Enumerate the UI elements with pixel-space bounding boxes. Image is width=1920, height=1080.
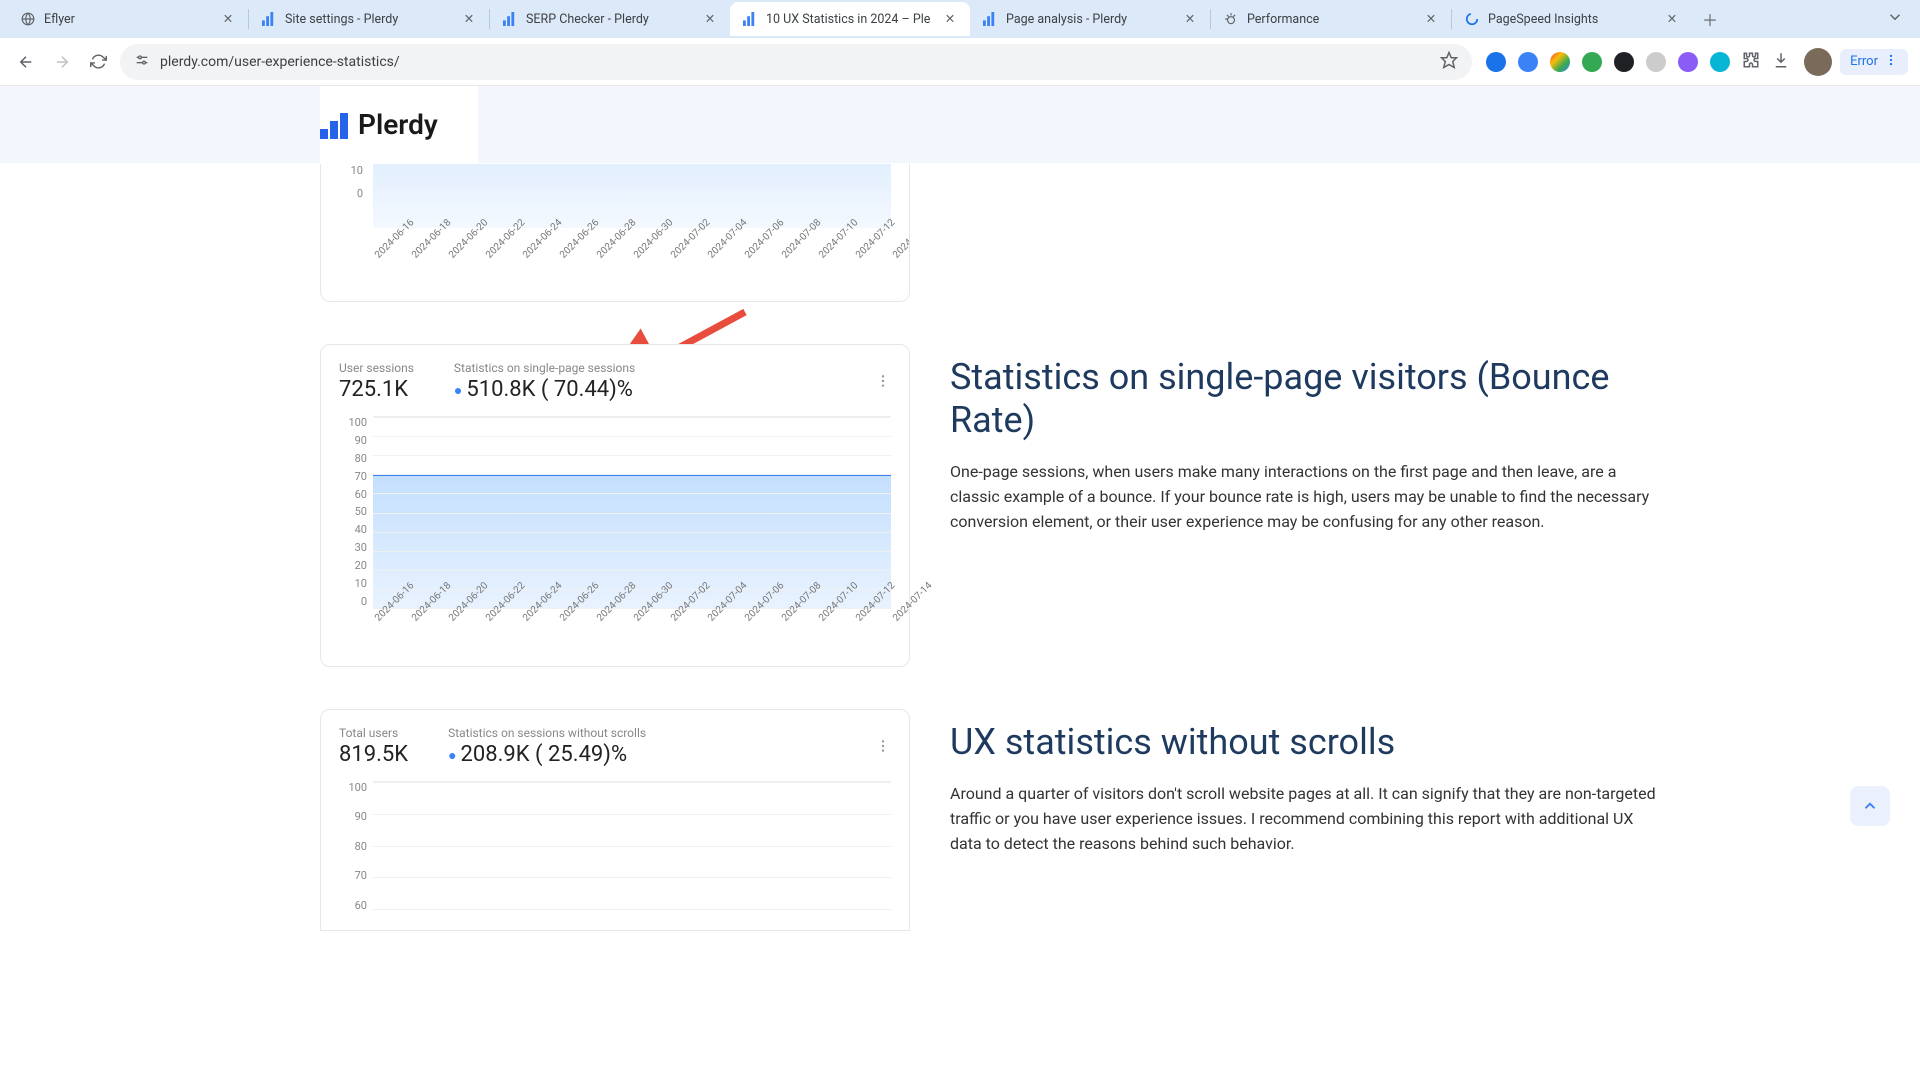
close-icon[interactable]: ✕ bbox=[702, 11, 718, 27]
chart-plot-area: 1009080706050403020100 2024-06-162024-06… bbox=[339, 416, 891, 656]
gauge-icon bbox=[1223, 11, 1239, 27]
plerdy-icon bbox=[502, 11, 518, 27]
profile-avatar[interactable] bbox=[1804, 48, 1832, 76]
tab-eflyer[interactable]: Eflyer ✕ bbox=[8, 2, 248, 36]
plerdy-logo[interactable]: Plerdy bbox=[320, 105, 438, 145]
y-axis-partial: 10 0 bbox=[339, 164, 363, 210]
tab-title: 10 UX Statistics in 2024 – Ple bbox=[766, 12, 934, 27]
ext-icon-6[interactable] bbox=[1646, 52, 1666, 72]
error-label: Error bbox=[1850, 54, 1878, 69]
back-button[interactable] bbox=[12, 48, 40, 76]
section-title-noscroll: UX statistics without scrolls bbox=[950, 721, 1660, 764]
kebab-icon[interactable] bbox=[875, 738, 891, 758]
tab-pagespeed[interactable]: PageSpeed Insights ✕ bbox=[1452, 2, 1692, 36]
toolbar-row: plerdy.com/user-experience-statistics/ E… bbox=[0, 38, 1920, 86]
tab-title: PageSpeed Insights bbox=[1488, 12, 1656, 27]
ext-icon-4[interactable] bbox=[1582, 52, 1602, 72]
reload-button[interactable] bbox=[84, 48, 112, 76]
new-tab-button[interactable]: ＋ bbox=[1696, 5, 1724, 33]
stat-user-sessions: User sessions 725.1K bbox=[339, 361, 414, 402]
close-icon[interactable]: ✕ bbox=[461, 11, 477, 27]
address-bar[interactable]: plerdy.com/user-experience-statistics/ bbox=[120, 44, 1472, 80]
puzzle-icon[interactable] bbox=[1742, 51, 1760, 73]
bookmark-star-icon[interactable] bbox=[1440, 51, 1458, 73]
ext-icon-7[interactable] bbox=[1678, 52, 1698, 72]
globe-icon bbox=[20, 11, 36, 27]
close-icon[interactable]: ✕ bbox=[1182, 11, 1198, 27]
plerdy-icon bbox=[982, 11, 998, 27]
tab-title: Site settings - Plerdy bbox=[285, 12, 453, 27]
stat-total-users: Total users 819.5K bbox=[339, 726, 408, 767]
plerdy-icon bbox=[261, 11, 277, 27]
tab-title: Performance bbox=[1247, 12, 1415, 27]
tab-page-analysis[interactable]: Page analysis - Plerdy ✕ bbox=[970, 2, 1210, 36]
page-header: Plerdy bbox=[0, 86, 1920, 164]
chart-card-noscroll: Total users 819.5K Statistics on session… bbox=[320, 709, 910, 931]
tab-serp-checker[interactable]: SERP Checker - Plerdy ✕ bbox=[490, 2, 730, 36]
content-area: 10 0 2024-06-162024-06-182024-06-202024-… bbox=[0, 164, 1920, 931]
ext-icon-5[interactable] bbox=[1614, 52, 1634, 72]
kebab-icon bbox=[1884, 53, 1898, 71]
close-icon[interactable]: ✕ bbox=[220, 11, 236, 27]
url-text: plerdy.com/user-experience-statistics/ bbox=[160, 54, 1430, 70]
chart-plot-area: 1009080706050 bbox=[339, 781, 891, 931]
error-button[interactable]: Error bbox=[1840, 49, 1908, 75]
tab-site-settings[interactable]: Site settings - Plerdy ✕ bbox=[249, 2, 489, 36]
download-icon[interactable] bbox=[1772, 51, 1790, 73]
stat-single-page: Statistics on single-page sessions ●510.… bbox=[454, 361, 635, 402]
pagespeed-icon bbox=[1464, 11, 1480, 27]
logo-text: Plerdy bbox=[358, 108, 438, 141]
chart-card-partial-top: 10 0 2024-06-162024-06-182024-06-202024-… bbox=[320, 164, 910, 302]
tab-ux-statistics[interactable]: 10 UX Statistics in 2024 – Ple ✕ bbox=[730, 2, 970, 36]
tune-icon[interactable] bbox=[134, 52, 150, 72]
ext-icon-3[interactable] bbox=[1550, 52, 1570, 72]
close-icon[interactable]: ✕ bbox=[942, 11, 958, 27]
ext-icon-2[interactable] bbox=[1518, 52, 1538, 72]
stat-no-scroll: Statistics on sessions without scrolls ●… bbox=[448, 726, 646, 767]
tab-performance[interactable]: Performance ✕ bbox=[1211, 2, 1451, 36]
section-text-bounce: One-page sessions, when users make many … bbox=[950, 460, 1660, 534]
ext-icon-1[interactable] bbox=[1486, 52, 1506, 72]
chevron-down-icon[interactable] bbox=[1886, 8, 1904, 30]
x-axis: 2024-06-162024-06-182024-06-202024-06-22… bbox=[373, 245, 891, 293]
kebab-icon[interactable] bbox=[875, 373, 891, 393]
chart-card-bounce: User sessions 725.1K Statistics on singl… bbox=[320, 344, 910, 667]
ext-icon-8[interactable] bbox=[1710, 52, 1730, 72]
tab-title: Eflyer bbox=[44, 12, 212, 27]
close-icon[interactable]: ✕ bbox=[1664, 11, 1680, 27]
tab-title: SERP Checker - Plerdy bbox=[526, 12, 694, 27]
section-text-noscroll: Around a quarter of visitors don't scrol… bbox=[950, 782, 1660, 856]
browser-chrome: Eflyer ✕ Site settings - Plerdy ✕ SERP C… bbox=[0, 0, 1920, 86]
tabs-row: Eflyer ✕ Site settings - Plerdy ✕ SERP C… bbox=[0, 0, 1920, 38]
close-icon[interactable]: ✕ bbox=[1423, 11, 1439, 27]
scroll-to-top-button[interactable] bbox=[1850, 786, 1890, 826]
plerdy-icon bbox=[742, 11, 758, 27]
forward-button[interactable] bbox=[48, 48, 76, 76]
section-title-bounce: Statistics on single-page visitors (Boun… bbox=[950, 356, 1660, 442]
tab-title: Page analysis - Plerdy bbox=[1006, 12, 1174, 27]
extensions-area bbox=[1480, 51, 1796, 73]
